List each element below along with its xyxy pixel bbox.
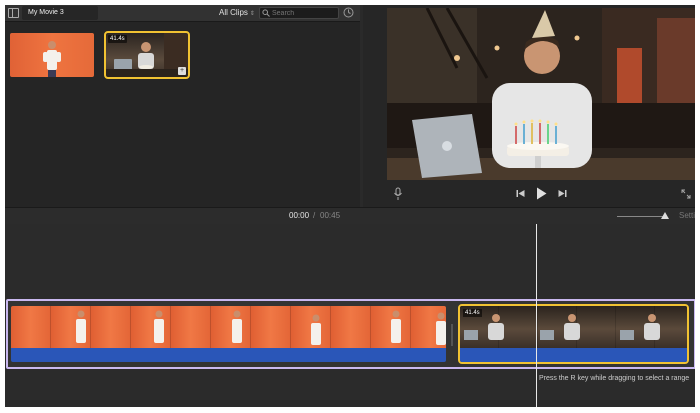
clips-filter-label: All Clips (219, 8, 248, 17)
zoom-slider-handle[interactable] (661, 212, 669, 219)
clip-duration-badge: 41.4s (108, 35, 127, 43)
settings-button[interactable]: Settings (679, 208, 695, 224)
skip-back-icon[interactable] (516, 189, 525, 198)
sidebar-toggle-icon[interactable] (8, 8, 19, 18)
viewer (363, 5, 695, 207)
playback-controls (363, 183, 695, 207)
timeline-clip-birthday[interactable]: 41.4s (458, 304, 689, 364)
timeline[interactable]: 41.4s Press the R key while dragging to … (5, 224, 695, 407)
current-timecode: 00:00 (289, 211, 310, 220)
search-icon (262, 9, 270, 17)
clock-icon[interactable] (343, 7, 354, 18)
imovie-window: My Movie 3 All Clips ⇕ Search 41.4s + 00… (5, 5, 695, 407)
search-input[interactable] (272, 8, 336, 18)
clip-birthday-figures (464, 314, 660, 340)
clip-thumbnail-orange[interactable] (10, 33, 94, 77)
search-field[interactable] (259, 7, 339, 19)
clip-figures (76, 310, 446, 345)
timecode-bar: 00:00 / 00:45 Settings (5, 207, 695, 225)
clips-filter-select[interactable]: All Clips ⇕ (219, 5, 255, 21)
media-browser: My Movie 3 All Clips ⇕ Search 41.4s + (5, 5, 360, 207)
fullscreen-icon[interactable] (681, 189, 691, 199)
browser-header: My Movie 3 All Clips ⇕ (5, 5, 360, 22)
clip-thumbnail-birthday[interactable]: 41.4s + (104, 31, 190, 79)
microphone-icon[interactable] (393, 187, 403, 201)
playhead[interactable] (536, 224, 537, 407)
range-select-hint: Press the R key while dragging to select… (539, 375, 690, 382)
timeline-clip-orange[interactable] (11, 306, 446, 362)
person-figure (43, 41, 61, 77)
project-title[interactable]: My Movie 3 (22, 6, 98, 20)
video-preview[interactable] (387, 8, 695, 180)
clip-duration-badge: 41.4s (463, 309, 482, 317)
add-icon[interactable]: + (178, 67, 186, 75)
play-icon[interactable] (536, 187, 547, 200)
chevron-updown-icon: ⇕ (249, 11, 255, 17)
clip-transition-handle[interactable] (451, 324, 453, 346)
birthday-video-frame (387, 8, 695, 180)
clip-audio-track (460, 348, 687, 362)
zoom-slider-track[interactable] (617, 216, 667, 217)
skip-forward-icon[interactable] (558, 189, 567, 198)
clip-audio-track (11, 348, 446, 362)
total-timecode: 00:45 (320, 211, 341, 220)
timecode-separator: / (313, 211, 316, 220)
